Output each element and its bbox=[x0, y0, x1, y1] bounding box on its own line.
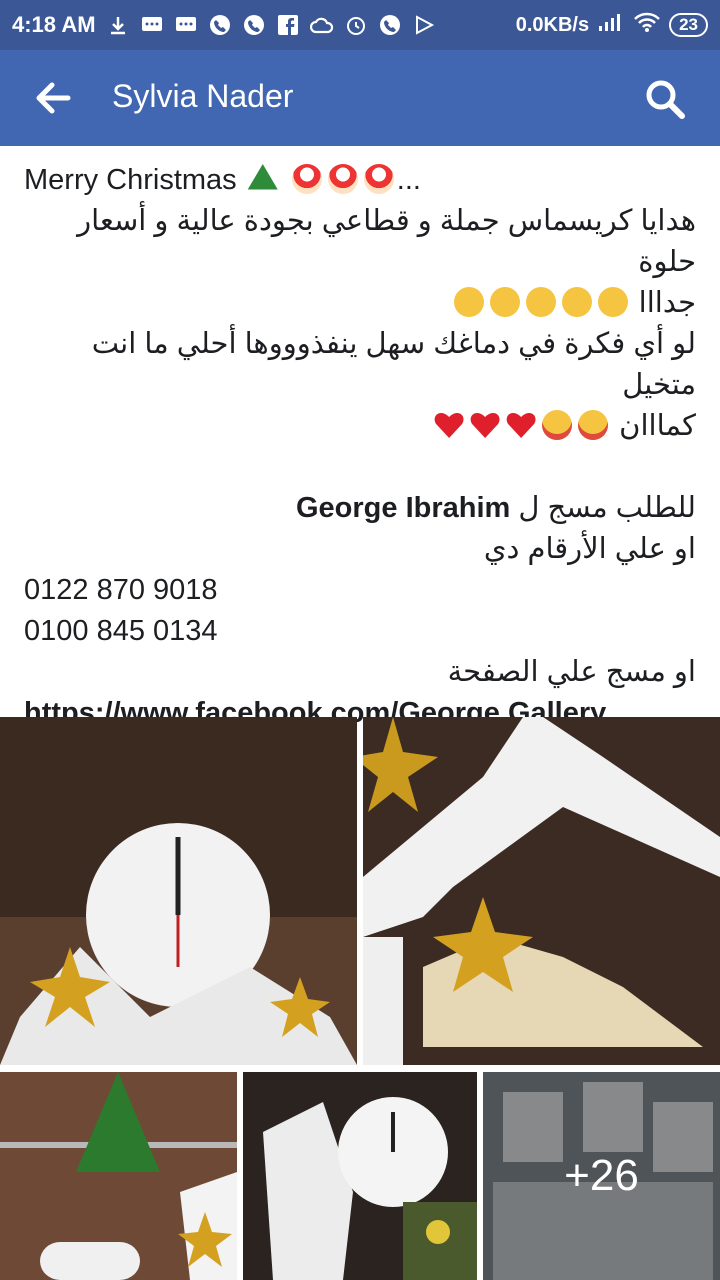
status-time: 4:18 AM bbox=[12, 12, 96, 37]
download-icon bbox=[106, 13, 130, 37]
post-line: جدااا bbox=[24, 283, 696, 324]
photo-tree[interactable] bbox=[0, 1072, 237, 1280]
notification-icons bbox=[106, 13, 436, 37]
heart-icon bbox=[470, 410, 500, 440]
message-icon bbox=[140, 13, 164, 37]
post-greeting: Merry Christmas bbox=[24, 164, 237, 196]
ok-hand-icon bbox=[525, 287, 556, 317]
photo-clock[interactable] bbox=[0, 717, 357, 1065]
photo-nativity[interactable] bbox=[363, 717, 720, 1065]
status-right: 0.0KB/s 23 bbox=[516, 11, 708, 39]
phone-number[interactable]: 0100 845 0134 bbox=[24, 611, 696, 652]
santa-icon bbox=[363, 164, 394, 194]
play-icon bbox=[412, 13, 436, 37]
ok-hand-icon bbox=[597, 287, 628, 317]
cloud-icon bbox=[309, 13, 334, 37]
back-arrow-icon[interactable] bbox=[34, 80, 74, 116]
post-text-fragment: كمااان bbox=[619, 410, 696, 442]
santa-icon bbox=[291, 164, 322, 194]
photo-more[interactable]: +26 bbox=[483, 1072, 720, 1280]
alarm-icon bbox=[344, 13, 368, 37]
post-line: او مسج علي الصفحة bbox=[447, 656, 696, 688]
order-prefix: للطلب مسج ل bbox=[518, 492, 696, 524]
post-text: Merry Christmas ... هدايا كريسماس جملة و… bbox=[24, 160, 696, 775]
ellipsis: ... bbox=[396, 164, 421, 196]
battery-indicator: 23 bbox=[669, 13, 708, 37]
heart-icon bbox=[434, 410, 464, 440]
post-line: Merry Christmas ... bbox=[24, 160, 696, 201]
status-bar: 4:18 AM 0.0KB/s 23 bbox=[0, 0, 720, 50]
post-line: للطلب مسج ل George Ibrahim bbox=[24, 488, 696, 529]
santa-icon bbox=[327, 164, 358, 194]
heart-eyes-icon bbox=[578, 410, 609, 440]
photo-clock-saint[interactable] bbox=[243, 1072, 477, 1280]
order-name[interactable]: George Ibrahim bbox=[296, 492, 510, 524]
page-title: Sylvia Nader bbox=[112, 78, 294, 114]
post-line: لو أي فكرة في دماغك سهل ينفذوووها أحلي م… bbox=[91, 328, 696, 401]
app-bar: Sylvia Nader bbox=[0, 50, 720, 146]
wifi-icon bbox=[633, 11, 661, 39]
post-line: هدايا كريسماس جملة و قطاعي بجودة عالية و… bbox=[77, 205, 696, 278]
heart-icon bbox=[506, 410, 536, 440]
phone-number[interactable]: 0122 870 9018 bbox=[24, 570, 696, 611]
post-line: كمااان bbox=[24, 406, 696, 447]
search-icon[interactable] bbox=[644, 78, 686, 120]
heart-eyes-icon bbox=[542, 410, 573, 440]
ok-hand-icon bbox=[453, 287, 484, 317]
post-line: او علي الأرقام دي bbox=[483, 533, 696, 565]
christmas-tree-icon bbox=[247, 164, 278, 190]
signal-icon bbox=[597, 12, 625, 38]
more-photos-count[interactable]: +26 bbox=[483, 1072, 720, 1280]
facebook-icon bbox=[276, 13, 300, 37]
message-icon bbox=[174, 13, 198, 37]
phone-icon bbox=[242, 13, 266, 37]
phone-icon bbox=[208, 13, 232, 37]
post-text-fragment: جدااا bbox=[638, 287, 696, 319]
ok-hand-icon bbox=[489, 287, 520, 317]
ok-hand-icon bbox=[561, 287, 592, 317]
phone-icon bbox=[378, 13, 402, 37]
network-speed: 0.0KB/s bbox=[515, 13, 590, 36]
